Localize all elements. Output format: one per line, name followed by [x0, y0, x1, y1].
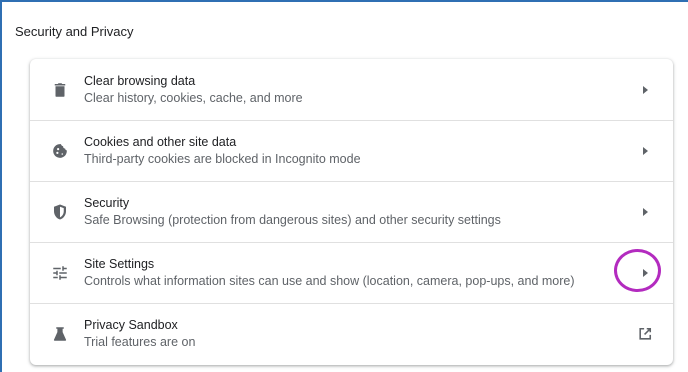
- tune-icon: [50, 263, 70, 283]
- row-privacy-sandbox[interactable]: Privacy Sandbox Trial features are on: [30, 303, 673, 364]
- chevron-right-icon[interactable]: [637, 265, 653, 281]
- row-label: Site Settings: [84, 257, 155, 271]
- trash-icon: [50, 80, 70, 100]
- open-external-icon[interactable]: [637, 326, 653, 342]
- row-description: Clear history, cookies, cache, and more: [84, 90, 303, 105]
- row-site-settings[interactable]: Site Settings Controls what information …: [30, 242, 673, 303]
- row-cookies[interactable]: Cookies and other site data Third-party …: [30, 120, 673, 181]
- row-description: Controls what information sites can use …: [84, 274, 575, 288]
- row-description: Third-party cookies are blocked in Incog…: [84, 152, 361, 166]
- flask-icon: [50, 324, 70, 344]
- chevron-right-icon[interactable]: [637, 82, 653, 98]
- row-label: Cookies and other site data: [84, 135, 237, 149]
- chevron-right-icon[interactable]: [637, 143, 653, 159]
- section-title: Security and Privacy: [15, 24, 134, 39]
- row-label: Privacy Sandbox: [84, 318, 178, 332]
- row-clear-browsing-data[interactable]: Clear browsing data Clear history, cooki…: [30, 59, 673, 120]
- cookie-icon: [50, 141, 70, 161]
- row-description: Trial features are on: [84, 335, 196, 349]
- shield-icon: [50, 202, 70, 222]
- security-privacy-card: Clear browsing data Clear history, cooki…: [30, 59, 673, 365]
- row-description: Safe Browsing (protection from dangerous…: [84, 213, 501, 227]
- row-security[interactable]: Security Safe Browsing (protection from …: [30, 181, 673, 242]
- row-label: Security: [84, 196, 130, 210]
- chevron-right-icon[interactable]: [637, 204, 653, 220]
- row-label: Clear browsing data: [84, 73, 196, 88]
- settings-panel: Security and Privacy Clear browsing data…: [0, 0, 688, 372]
